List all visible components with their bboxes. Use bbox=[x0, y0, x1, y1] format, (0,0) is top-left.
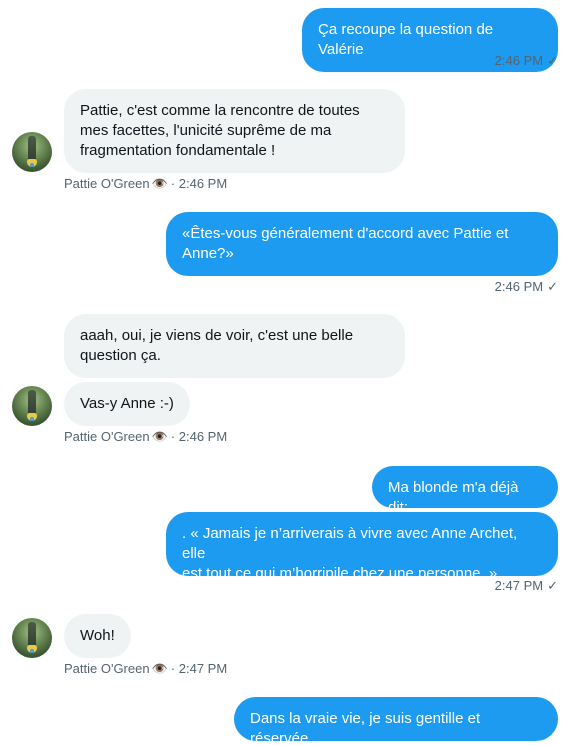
message-bubble-outgoing[interactable]: Ma blonde m'a déjà dit: bbox=[372, 466, 558, 516]
message-timestamp: 2:47 PM ✓ bbox=[495, 578, 558, 594]
timestamp-text: 2:46 PM bbox=[178, 176, 228, 191]
avatar[interactable] bbox=[12, 618, 52, 658]
author-name[interactable]: Pattie O'Green bbox=[64, 176, 150, 191]
message-bubble-outgoing[interactable]: . « Jamais je n’arriverais à vivre avec … bbox=[166, 512, 558, 582]
eye-icon: 👁️ bbox=[151, 661, 168, 676]
timestamp-text: 2:46 PM bbox=[494, 53, 544, 68]
eye-icon: 👁️ bbox=[151, 176, 168, 191]
message-bubble-incoming[interactable]: aaah, oui, je viens de voir, c'est une b… bbox=[64, 314, 405, 378]
avatar[interactable] bbox=[12, 386, 52, 426]
message-meta: Pattie O'Green 👁️ · 2:46 PM bbox=[64, 429, 227, 445]
timestamp-text: 2:47 PM bbox=[178, 661, 228, 676]
meta-separator: · bbox=[170, 661, 176, 676]
message-bubble-incoming[interactable]: Pattie, c'est comme la rencontre de tout… bbox=[64, 89, 405, 173]
timestamp-text: 2:46 PM bbox=[178, 429, 228, 444]
author-name[interactable]: Pattie O'Green bbox=[64, 661, 150, 676]
message-timestamp: 2:46 PM ✓ bbox=[495, 279, 558, 295]
message-bubble-incoming[interactable]: Woh! bbox=[64, 614, 131, 658]
meta-separator: · bbox=[170, 429, 176, 444]
message-bubble-outgoing[interactable]: «Êtes-vous généralement d'accord avec Pa… bbox=[166, 212, 558, 276]
message-bubble-incoming[interactable]: Vas-y Anne :-) bbox=[64, 382, 190, 426]
meta-separator: · bbox=[170, 176, 176, 191]
message-meta: Pattie O'Green 👁️ · 2:47 PM bbox=[64, 661, 227, 677]
timestamp-text: 2:46 PM bbox=[494, 279, 544, 294]
message-meta: Pattie O'Green 👁️ · 2:46 PM bbox=[64, 176, 227, 192]
eye-icon: 👁️ bbox=[151, 429, 168, 444]
avatar[interactable] bbox=[12, 132, 52, 172]
author-name[interactable]: Pattie O'Green bbox=[64, 429, 150, 444]
message-timestamp: 2:46 PM ✓ bbox=[495, 53, 558, 69]
sent-check-icon: ✓ bbox=[547, 578, 558, 593]
sent-check-icon: ✓ bbox=[547, 279, 558, 294]
sent-check-icon: ✓ bbox=[547, 53, 558, 68]
timestamp-text: 2:47 PM bbox=[494, 578, 544, 593]
message-bubble-outgoing[interactable]: Dans la vraie vie, je suis gentille et r… bbox=[234, 697, 558, 745]
